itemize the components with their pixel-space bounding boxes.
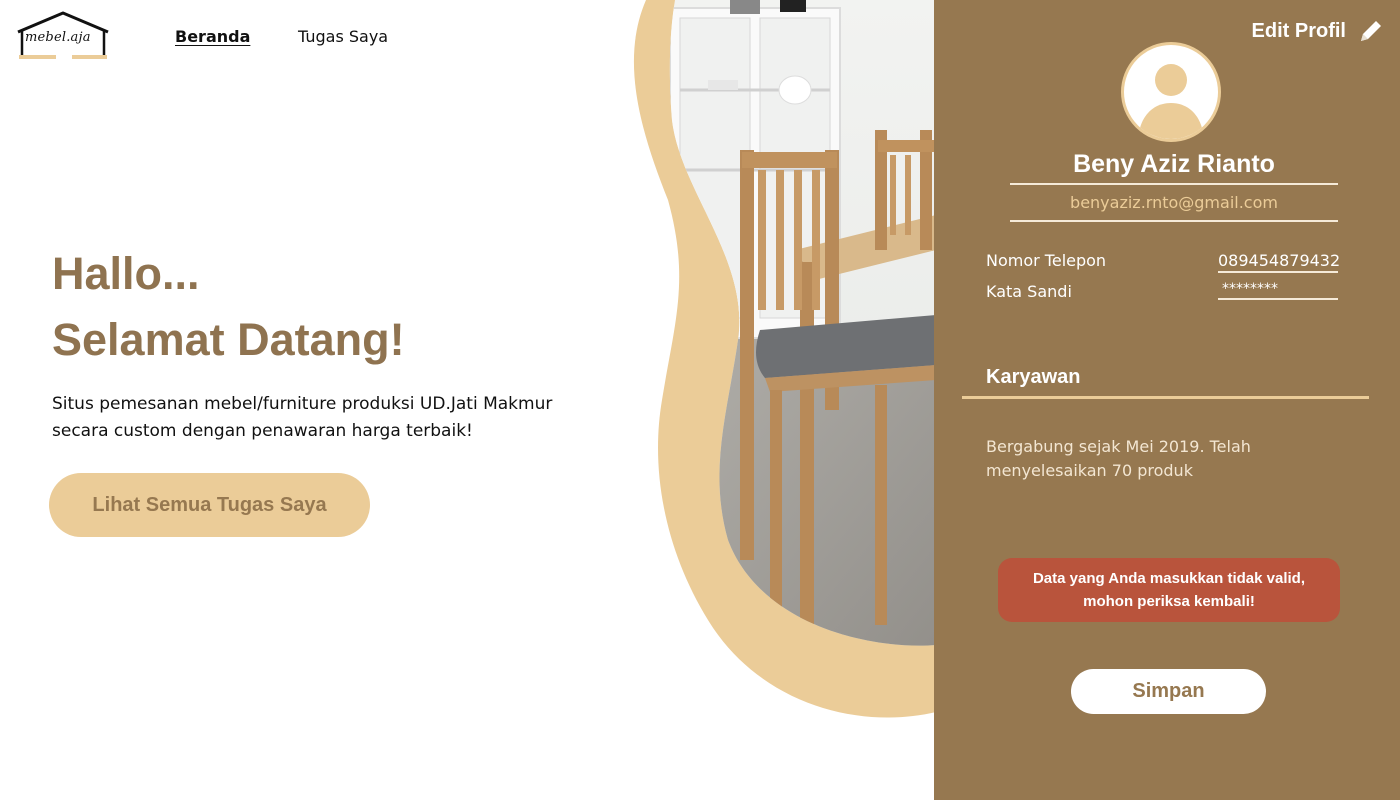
user-avatar-icon bbox=[1138, 64, 1204, 139]
hero-greeting: Hallo... bbox=[52, 248, 200, 299]
phone-field[interactable]: 089454879432 bbox=[1218, 251, 1340, 270]
password-underline bbox=[1218, 298, 1338, 300]
nav-item-beranda[interactable]: Beranda bbox=[175, 27, 250, 46]
phone-underline bbox=[1218, 271, 1338, 273]
hero-description: Situs pemesanan mebel/furniture produksi… bbox=[52, 394, 553, 441]
password-field[interactable]: ******** bbox=[1218, 281, 1338, 297]
edit-profile-button[interactable]: Edit Profil bbox=[1252, 16, 1386, 46]
save-button[interactable]: Simpan bbox=[1071, 669, 1266, 714]
edit-profile-label: Edit Profil bbox=[1251, 19, 1346, 42]
view-all-tasks-button[interactable]: Lihat Semua Tugas Saya bbox=[49, 473, 370, 537]
email-underline bbox=[1010, 220, 1338, 222]
role-title: Karyawan bbox=[986, 366, 1081, 388]
role-divider bbox=[962, 396, 1369, 399]
phone-label: Nomor Telepon bbox=[986, 251, 1107, 270]
user-name: Beny Aziz Rianto bbox=[1073, 150, 1275, 178]
nav-item-tugas-saya[interactable]: Tugas Saya bbox=[298, 27, 388, 46]
furniture-photo bbox=[620, 0, 936, 725]
hero-welcome-title: Selamat Datang! bbox=[52, 314, 405, 365]
role-description: Bergabung sejak Mei 2019. Telah menyeles… bbox=[986, 437, 1251, 480]
avatar bbox=[1121, 42, 1221, 142]
profile-panel: Edit Profil Beny Aziz Rianto benyaziz.rn… bbox=[934, 0, 1400, 800]
user-email[interactable]: benyaziz.rnto@gmail.com bbox=[1010, 193, 1338, 212]
name-underline bbox=[1010, 183, 1338, 185]
error-alert: Data yang Anda masukkan tidak valid, moh… bbox=[998, 558, 1340, 622]
brand-logo-text: mebel.aja bbox=[25, 30, 91, 45]
brand-logo[interactable]: mebel.aja bbox=[16, 10, 110, 62]
pencil-icon bbox=[1356, 16, 1386, 46]
password-label: Kata Sandi bbox=[986, 282, 1072, 301]
